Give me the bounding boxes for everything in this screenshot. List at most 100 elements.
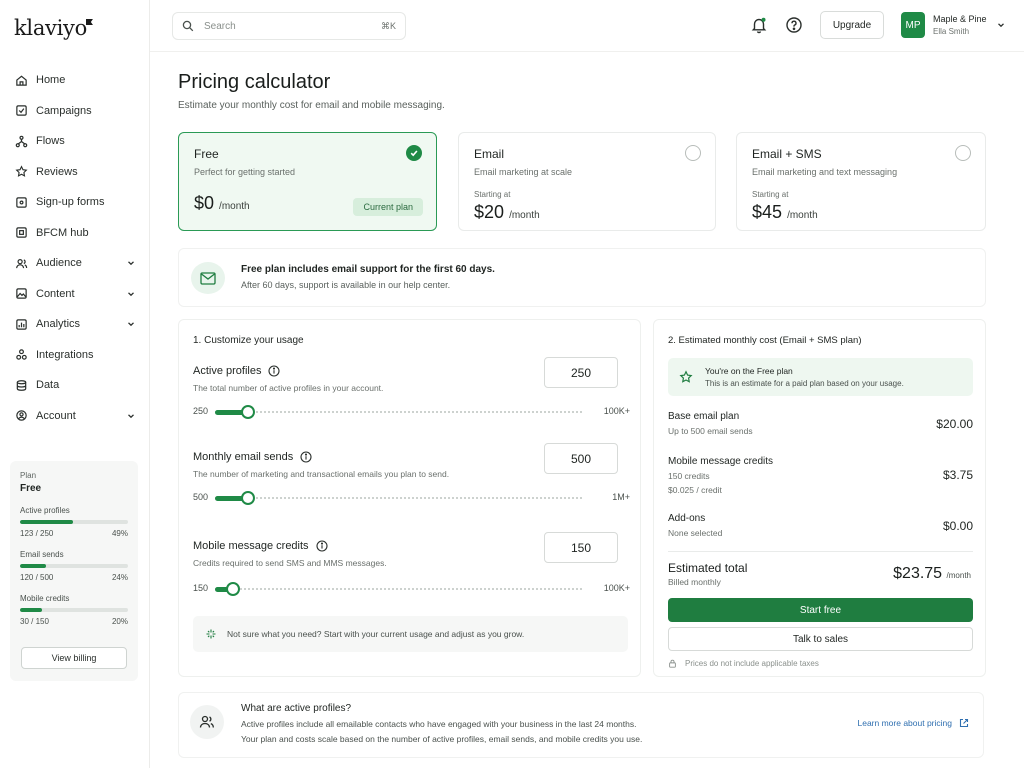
selected-check-icon bbox=[406, 145, 422, 161]
sidebar-item-account[interactable]: Account bbox=[0, 401, 150, 432]
usage-bar bbox=[20, 520, 128, 524]
banner-title: Free plan includes email support for the… bbox=[241, 264, 495, 275]
sidebar: klaviyo Home Campaigns Flows Reviews Sig… bbox=[0, 0, 150, 768]
notification-bell-icon[interactable] bbox=[750, 16, 768, 34]
slider-track bbox=[215, 497, 582, 499]
slider-handle[interactable] bbox=[241, 491, 256, 505]
field-monthly-email-sends: Monthly email sends The number of market… bbox=[193, 443, 630, 505]
sidebar-item-flows[interactable]: Flows bbox=[0, 126, 150, 157]
active-profiles-slider[interactable]: 250 100K+ bbox=[193, 405, 630, 419]
analytics-icon bbox=[14, 317, 28, 331]
mobile-credits-input[interactable] bbox=[544, 532, 618, 563]
account-icon bbox=[14, 409, 28, 423]
plan-option-price: $45 /month bbox=[752, 202, 818, 222]
email-sends-slider[interactable]: 500 1M+ bbox=[193, 491, 630, 505]
plan-label: Plan bbox=[20, 471, 37, 480]
plan-option-name: Free bbox=[194, 147, 219, 161]
sparkle-icon bbox=[206, 629, 216, 639]
chevron-down-icon bbox=[128, 292, 134, 296]
slider-max: 100K+ bbox=[603, 583, 630, 593]
chevron-down-icon bbox=[128, 322, 134, 327]
estimated-total-amount: $23.75 /month bbox=[893, 565, 971, 582]
plan-option-email[interactable]: Email Email marketing at scale Starting … bbox=[458, 132, 716, 231]
usage-value: 120 / 500 bbox=[20, 573, 54, 582]
line-amount: $20.00 bbox=[936, 417, 973, 431]
mobile-credits-slider[interactable]: 150 100K+ bbox=[193, 582, 630, 596]
sidebar-item-home[interactable]: Home bbox=[0, 65, 150, 96]
line-sub-rate: $0.025 / credit bbox=[668, 485, 722, 495]
sidebar-item-bfcm-hub[interactable]: BFCM hub bbox=[0, 218, 150, 249]
usage-active-profiles: Active profiles 123 / 250 49% bbox=[20, 506, 128, 538]
usage-label: Active profiles bbox=[20, 506, 70, 515]
sidebar-item-analytics[interactable]: Analytics bbox=[0, 309, 150, 340]
mail-icon bbox=[191, 262, 225, 294]
line-amount: $3.75 bbox=[942, 468, 973, 482]
slider-max: 1M+ bbox=[612, 492, 630, 502]
plan-radio[interactable] bbox=[685, 145, 701, 161]
sidebar-item-content[interactable]: Content bbox=[0, 279, 150, 310]
start-free-button[interactable]: Start free bbox=[668, 598, 973, 622]
sidebar-item-data[interactable]: Data bbox=[0, 370, 150, 401]
talk-to-sales-button[interactable]: Talk to sales bbox=[668, 627, 973, 651]
plan-option-email-sms[interactable]: Email + SMS Email marketing and text mes… bbox=[736, 132, 986, 231]
content-icon bbox=[14, 287, 28, 301]
slider-handle[interactable] bbox=[241, 405, 256, 419]
upgrade-button[interactable]: Upgrade bbox=[820, 11, 884, 39]
slider-min: 500 bbox=[193, 492, 209, 502]
chevron-down-icon bbox=[128, 414, 134, 418]
campaigns-icon bbox=[14, 104, 28, 118]
usage-mobile-credits: Mobile credits 30 / 150 20% bbox=[20, 594, 128, 626]
sidebar-item-campaigns[interactable]: Campaigns bbox=[0, 96, 150, 127]
line-sub: 150 credits bbox=[668, 471, 710, 481]
search-box[interactable]: ⌘K bbox=[172, 12, 406, 40]
slider-handle[interactable] bbox=[226, 582, 241, 596]
plan-radio[interactable] bbox=[955, 145, 971, 161]
estimated-total-title: Estimated total bbox=[668, 561, 748, 575]
sidebar-item-audience[interactable]: Audience bbox=[0, 248, 150, 279]
plan-option-price: $20 /month bbox=[474, 202, 540, 222]
line-sub: None selected bbox=[668, 528, 723, 538]
sidebar-item-signup-forms[interactable]: Sign-up forms bbox=[0, 187, 150, 218]
plan-option-name: Email bbox=[474, 147, 505, 161]
plan-option-free[interactable]: Free Perfect for getting started $0 /mon… bbox=[178, 132, 437, 231]
chevron-down-icon[interactable] bbox=[996, 20, 1006, 30]
usage-bar bbox=[20, 608, 128, 612]
info-text: Your plan and costs scale based on the n… bbox=[241, 734, 643, 744]
current-plan-badge: Current plan bbox=[353, 198, 423, 216]
email-sends-input[interactable] bbox=[544, 443, 618, 474]
active-profiles-input[interactable] bbox=[544, 357, 618, 388]
learn-more-pricing-link[interactable]: Learn more about pricing bbox=[857, 718, 969, 728]
slider-track bbox=[215, 588, 582, 590]
tip-text: Not sure what you need? Start with your … bbox=[227, 629, 525, 639]
page-subtitle: Estimate your monthly cost for email and… bbox=[178, 100, 445, 111]
info-icon[interactable] bbox=[300, 451, 312, 463]
sidebar-item-integrations[interactable]: Integrations bbox=[0, 340, 150, 371]
usage-bar-fill bbox=[20, 608, 42, 612]
cost-line-mobile-credits: Mobile message credits 150 credits $0.02… bbox=[668, 456, 973, 495]
info-icon[interactable] bbox=[316, 540, 328, 552]
avatar[interactable]: MP bbox=[901, 12, 925, 38]
estimated-cost-panel: 2. Estimated monthly cost (Email + SMS p… bbox=[653, 319, 986, 677]
tax-disclaimer: Prices do not include applicable taxes bbox=[668, 659, 819, 668]
slider-min: 250 bbox=[193, 406, 209, 416]
account-name[interactable]: Maple & Pine bbox=[933, 14, 987, 24]
plan-name: Free bbox=[20, 483, 42, 494]
field-mobile-message-credits: Mobile message credits Credits required … bbox=[193, 532, 630, 596]
plan-option-desc: Perfect for getting started bbox=[194, 167, 296, 177]
lock-icon bbox=[669, 659, 676, 668]
plan-option-name: Email + SMS bbox=[752, 147, 822, 161]
sidebar-item-label: Campaigns bbox=[36, 104, 92, 117]
database-icon bbox=[14, 378, 28, 392]
page-title: Pricing calculator bbox=[178, 71, 331, 93]
view-billing-button[interactable]: View billing bbox=[21, 647, 127, 669]
usage-bar-fill bbox=[20, 520, 73, 524]
search-input[interactable] bbox=[204, 20, 381, 32]
help-icon[interactable] bbox=[785, 16, 803, 34]
usage-percent: 20% bbox=[111, 617, 128, 626]
info-icon[interactable] bbox=[268, 365, 281, 377]
klaviyo-logo[interactable]: klaviyo bbox=[14, 16, 94, 40]
sidebar-item-reviews[interactable]: Reviews bbox=[0, 157, 150, 188]
cost-line-base-email: Base email plan Up to 500 email sends $2… bbox=[668, 411, 973, 436]
plan-option-desc: Email marketing at scale bbox=[474, 167, 573, 177]
sidebar-item-label: Flows bbox=[36, 135, 65, 148]
